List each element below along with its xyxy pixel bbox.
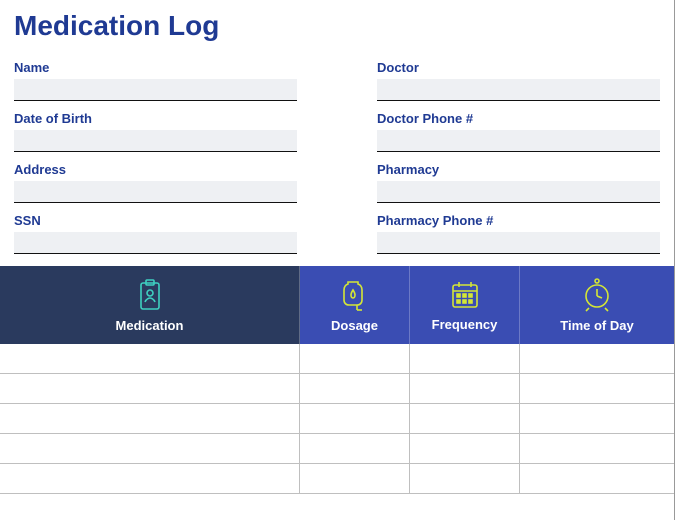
cell-dosage[interactable]: [300, 344, 410, 374]
label-ssn: SSN: [14, 213, 297, 228]
cell-dosage[interactable]: [300, 404, 410, 434]
field-pharmacy: Pharmacy: [377, 162, 660, 203]
field-address: Address: [14, 162, 297, 203]
col-header-medication: Medication: [0, 266, 300, 344]
input-doctor[interactable]: [377, 79, 660, 101]
field-name: Name: [14, 60, 297, 101]
cell-medication[interactable]: [0, 404, 300, 434]
clipboard-id-icon: [134, 278, 166, 312]
table-row: [0, 344, 674, 374]
label-address: Address: [14, 162, 297, 177]
cell-medication[interactable]: [0, 464, 300, 494]
col-header-dosage: Dosage: [300, 266, 410, 344]
cell-timeofday[interactable]: [520, 374, 674, 404]
input-address[interactable]: [14, 181, 297, 203]
field-ssn: SSN: [14, 213, 297, 254]
clock-icon: [581, 278, 613, 312]
input-pharmacy[interactable]: [377, 181, 660, 203]
cell-frequency[interactable]: [410, 404, 520, 434]
label-pharmacy-phone: Pharmacy Phone #: [377, 213, 660, 228]
col-label-frequency: Frequency: [432, 317, 498, 332]
label-pharmacy: Pharmacy: [377, 162, 660, 177]
patient-info-form: Name Doctor Date of Birth Doctor Phone #…: [14, 60, 660, 266]
label-name: Name: [14, 60, 297, 75]
cell-timeofday[interactable]: [520, 404, 674, 434]
col-label-dosage: Dosage: [331, 318, 378, 333]
table-row: [0, 374, 674, 404]
table-row: [0, 404, 674, 434]
input-ssn[interactable]: [14, 232, 297, 254]
field-dob: Date of Birth: [14, 111, 297, 152]
table-body: [0, 344, 674, 494]
cell-medication[interactable]: [0, 434, 300, 464]
iv-bag-icon: [340, 278, 370, 312]
cell-dosage[interactable]: [300, 434, 410, 464]
page-title: Medication Log: [14, 0, 660, 60]
label-doctor-phone: Doctor Phone #: [377, 111, 660, 126]
input-dob[interactable]: [14, 130, 297, 152]
cell-medication[interactable]: [0, 374, 300, 404]
medication-table: Medication Dosage: [0, 266, 674, 494]
table-row: [0, 434, 674, 464]
cell-timeofday[interactable]: [520, 434, 674, 464]
cell-frequency[interactable]: [410, 434, 520, 464]
cell-frequency[interactable]: [410, 374, 520, 404]
label-doctor: Doctor: [377, 60, 660, 75]
cell-frequency[interactable]: [410, 464, 520, 494]
cell-timeofday[interactable]: [520, 344, 674, 374]
calendar-icon: [449, 279, 481, 311]
field-doctor-phone: Doctor Phone #: [377, 111, 660, 152]
table-header: Medication Dosage: [0, 266, 674, 344]
input-doctor-phone[interactable]: [377, 130, 660, 152]
input-name[interactable]: [14, 79, 297, 101]
field-doctor: Doctor: [377, 60, 660, 101]
medication-log-page: Medication Log Name Doctor Date of Birth…: [0, 0, 675, 520]
table-row: [0, 464, 674, 494]
col-label-timeofday: Time of Day: [560, 318, 633, 333]
col-header-timeofday: Time of Day: [520, 266, 674, 344]
cell-timeofday[interactable]: [520, 464, 674, 494]
cell-medication[interactable]: [0, 344, 300, 374]
cell-dosage[interactable]: [300, 464, 410, 494]
cell-frequency[interactable]: [410, 344, 520, 374]
col-label-medication: Medication: [116, 318, 184, 333]
field-pharmacy-phone: Pharmacy Phone #: [377, 213, 660, 254]
input-pharmacy-phone[interactable]: [377, 232, 660, 254]
label-dob: Date of Birth: [14, 111, 297, 126]
cell-dosage[interactable]: [300, 374, 410, 404]
col-header-frequency: Frequency: [410, 266, 520, 344]
